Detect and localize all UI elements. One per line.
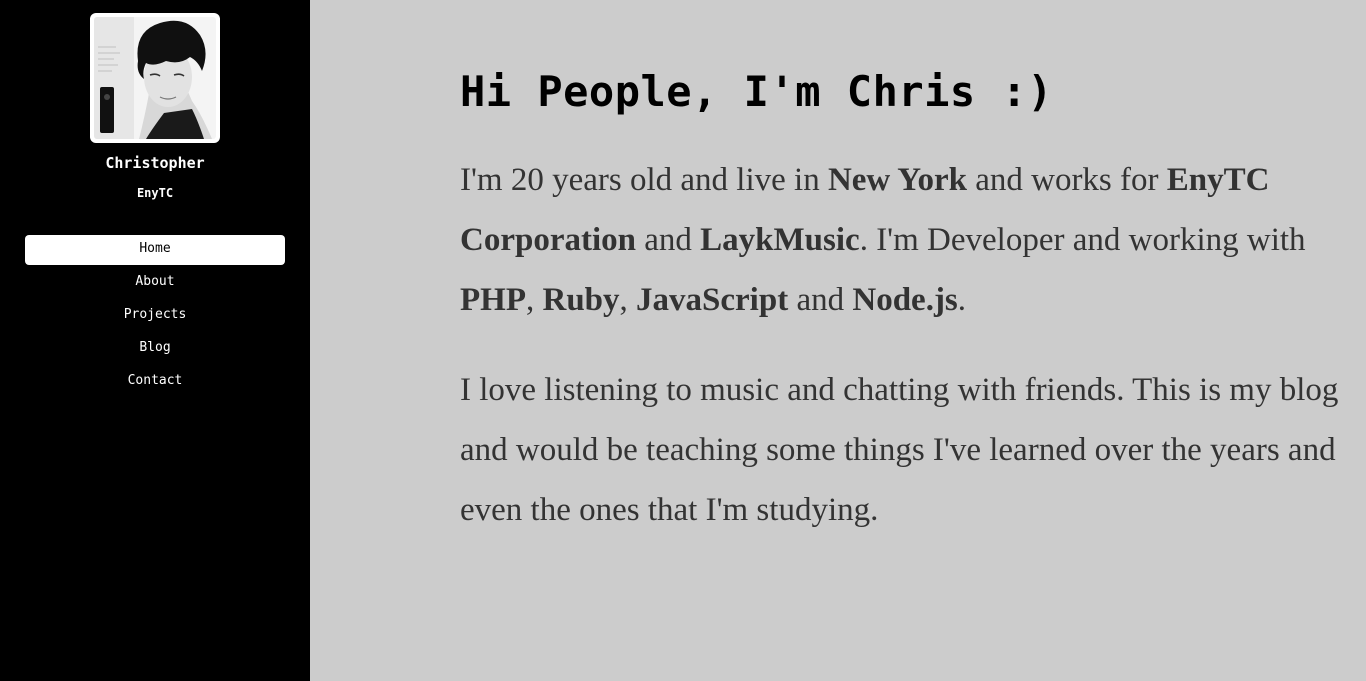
nav-item-about[interactable]: About xyxy=(25,268,285,298)
nav-item-blog[interactable]: Blog xyxy=(25,334,285,364)
intro-text-2: and works for xyxy=(966,162,1167,198)
intro-text-1: I'm 20 years old and live in xyxy=(460,162,828,198)
intro-text-6: , xyxy=(619,282,637,318)
main-content: Hi People, I'm Chris :) I'm 20 years old… xyxy=(460,62,1350,570)
intro-skill-javascript: JavaScript xyxy=(636,282,789,318)
profile-photo xyxy=(94,17,216,139)
intro-skill-php: PHP xyxy=(460,282,526,318)
nav-item-home[interactable]: Home xyxy=(25,235,285,265)
nav-item-projects[interactable]: Projects xyxy=(25,301,285,331)
intro-skill-nodejs: Node.js xyxy=(852,282,958,318)
page-title: Hi People, I'm Chris :) xyxy=(460,67,1054,116)
intro-company-2: LaykMusic xyxy=(700,222,860,258)
intro-text-3: and xyxy=(636,222,701,258)
nav-item-contact[interactable]: Contact xyxy=(25,367,285,397)
profile-name: Christopher xyxy=(105,154,205,172)
avatar[interactable] xyxy=(90,13,220,143)
intro-city: New York xyxy=(827,162,967,198)
intro-paragraph: I'm 20 years old and live in New York an… xyxy=(460,150,1350,330)
profile-company: EnyTC xyxy=(136,186,174,200)
intro-text-5: , xyxy=(525,282,543,318)
intro-text-7: and xyxy=(788,282,853,318)
sidebar: Christopher EnyTC Home About Projects Bl… xyxy=(0,0,310,681)
main-nav: Home About Projects Blog Contact xyxy=(25,235,285,400)
hobbies-paragraph: I love listening to music and chatting w… xyxy=(460,372,1339,528)
intro-text-4: . I'm Developer and working with xyxy=(859,222,1306,258)
intro-skill-ruby: Ruby xyxy=(542,282,620,318)
intro-text-8: . xyxy=(957,282,967,318)
